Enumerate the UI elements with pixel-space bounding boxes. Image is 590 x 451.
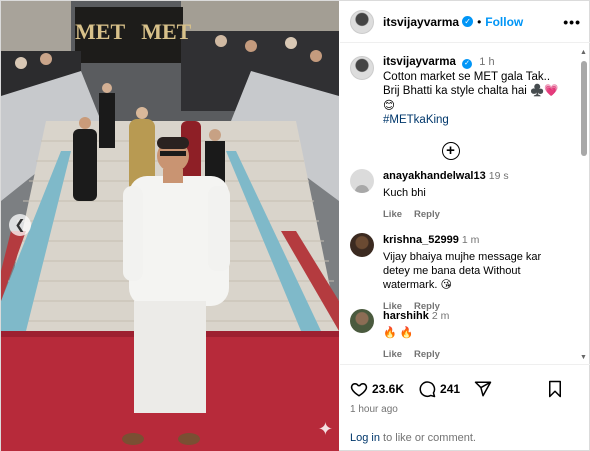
- comment-count[interactable]: 241: [440, 382, 460, 396]
- previous-photo-button[interactable]: ❮: [9, 214, 31, 236]
- save-button[interactable]: [547, 380, 567, 398]
- comment-icon: [419, 381, 436, 398]
- login-prompt-text: to like or comment.: [379, 432, 476, 444]
- comment-username[interactable]: harshihk: [383, 310, 429, 322]
- comment-time: 2 m: [431, 310, 450, 322]
- comment-item: krishna_52999 1 m Vijay bhaiya mujhe mess…: [340, 233, 580, 314]
- comment-text: Kuch bhi: [383, 187, 426, 199]
- comment-username[interactable]: krishna_52999: [383, 234, 459, 246]
- verified-icon: ✓: [462, 59, 473, 70]
- post-photo[interactable]: MET MET ❮ ✦: [1, 1, 339, 451]
- commenter-avatar[interactable]: [350, 309, 374, 333]
- bookmark-icon: [549, 380, 561, 398]
- caption-text: Cotton market se MET gala Tak.. Brij Bha…: [383, 70, 551, 98]
- met-sign-text: MET MET: [75, 19, 192, 44]
- scrollbar-thumb[interactable]: [581, 61, 587, 156]
- author-username[interactable]: itsvijayvarma: [383, 15, 459, 29]
- caption-avatar[interactable]: [350, 56, 374, 80]
- instagram-post-modal: MET MET ❮ ✦ itsvijayvarma ✓ • Follow •••…: [0, 0, 590, 451]
- comment-time: 1 m: [461, 234, 480, 246]
- commenter-avatar[interactable]: [350, 169, 374, 193]
- login-prompt: Log in to like or comment.: [350, 432, 476, 444]
- action-bar: 23.6K 241: [340, 365, 590, 401]
- scroll-up-icon[interactable]: ▲: [580, 49, 587, 56]
- login-link[interactable]: Log in: [350, 432, 380, 444]
- separator-dot: •: [477, 14, 482, 29]
- sparkle-icon: ✦: [317, 419, 333, 439]
- heart-icon: [350, 382, 368, 397]
- post-time-ago: 1 hour ago: [350, 404, 398, 415]
- post-header: itsvijayvarma ✓ • Follow •••: [340, 1, 590, 43]
- comment-reply-button[interactable]: Reply: [414, 209, 440, 220]
- comments-scroll-area[interactable]: itsvijayvarma ✓ 1 h Cotton market se MET…: [340, 43, 590, 364]
- comment-item: anayakhandelwal13 19 s Kuch bhi Like Reply: [340, 169, 580, 222]
- add-comment-icon[interactable]: +: [441, 141, 460, 160]
- scroll-down-icon[interactable]: ▼: [580, 354, 587, 361]
- commenter-avatar[interactable]: [350, 233, 374, 257]
- share-button[interactable]: [474, 380, 496, 398]
- more-icon[interactable]: •••: [563, 14, 581, 30]
- like-count[interactable]: 23.6K: [372, 382, 404, 396]
- post-sidebar: itsvijayvarma ✓ • Follow ••• itsvijayvar…: [340, 1, 590, 451]
- comment-reply-button[interactable]: Reply: [414, 349, 440, 360]
- comments-scrollbar[interactable]: ▲ ▼: [580, 49, 588, 361]
- caption-username[interactable]: itsvijayvarma: [383, 56, 456, 68]
- post-caption: itsvijayvarma ✓ 1 h Cotton market se MET…: [340, 43, 590, 128]
- met-gala-photo: [1, 1, 339, 451]
- comment-like-button[interactable]: Like: [383, 209, 402, 220]
- like-button[interactable]: 23.6K: [350, 380, 404, 398]
- caption-time: 1 h: [479, 56, 495, 68]
- comment-text: 🔥 🔥: [383, 327, 414, 339]
- post-footer: 23.6K 241 1 hour ago Log in to like or c…: [340, 364, 590, 444]
- comment-item: harshihk 2 m 🔥 🔥 Like Reply: [340, 309, 580, 362]
- follow-button[interactable]: Follow: [485, 15, 523, 29]
- caption-hashtag[interactable]: #METkaKing: [383, 114, 449, 126]
- comment-text: Vijay bhaiya mujhe message kar detey me …: [383, 251, 542, 291]
- chevron-left-icon: ❮: [14, 217, 26, 232]
- verified-icon: ✓: [462, 16, 474, 27]
- comment-button[interactable]: 241: [418, 380, 460, 398]
- comment-username[interactable]: anayakhandelwal13: [383, 170, 486, 182]
- comment-like-button[interactable]: Like: [383, 349, 402, 360]
- share-icon: [474, 381, 492, 397]
- author-avatar[interactable]: [350, 9, 374, 34]
- comment-time: 19 s: [488, 170, 509, 182]
